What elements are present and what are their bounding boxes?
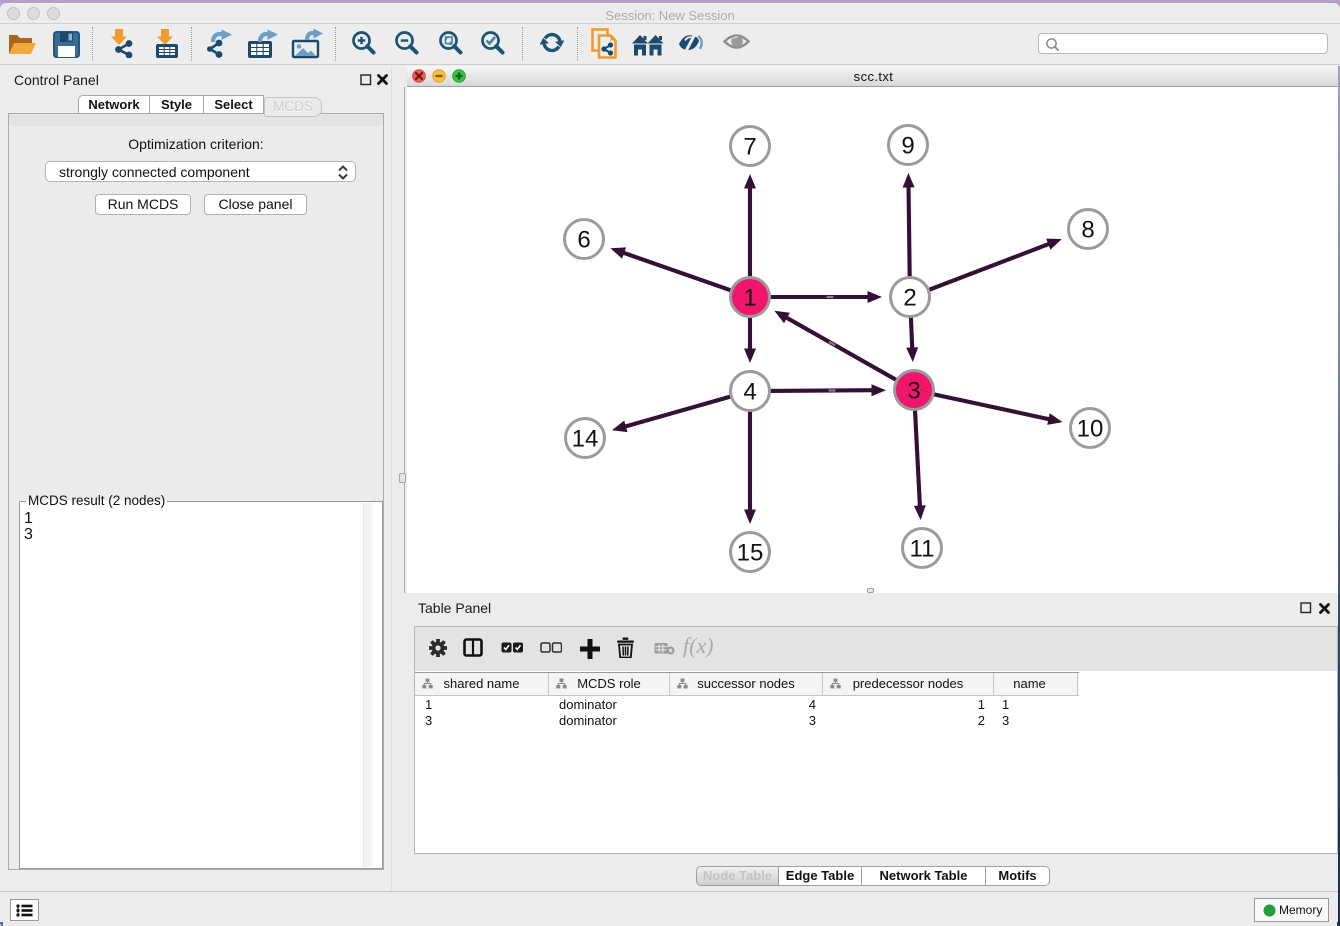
svg-text:11: 11 xyxy=(910,536,935,563)
svg-text:6: 6 xyxy=(577,227,590,254)
svg-text:1: 1 xyxy=(743,285,756,312)
svg-text:7: 7 xyxy=(743,134,756,161)
svg-text:14: 14 xyxy=(572,426,599,453)
svg-text:3: 3 xyxy=(907,378,920,405)
svg-text:4: 4 xyxy=(743,379,756,406)
svg-text:2: 2 xyxy=(903,285,916,312)
svg-text:10: 10 xyxy=(1077,416,1104,443)
svg-text:15: 15 xyxy=(737,540,764,567)
svg-text:9: 9 xyxy=(901,133,914,160)
svg-text:8: 8 xyxy=(1081,217,1094,244)
